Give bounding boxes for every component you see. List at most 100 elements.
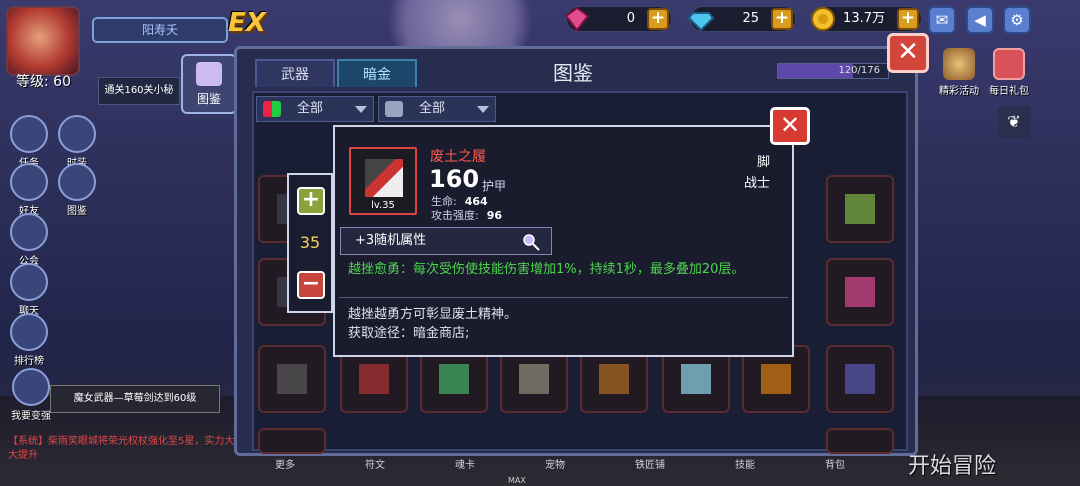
boot-icon [761, 364, 791, 394]
nav-backpack[interactable]: 背包 [825, 456, 845, 476]
item-power-unit: 护甲 [482, 179, 507, 193]
ranking-label: 排行榜 [14, 356, 44, 367]
nav-skills[interactable]: 技能 [735, 456, 755, 476]
daily-gift-button[interactable]: 每日礼包 [986, 48, 1032, 97]
side-chat[interactable]: 聊天 [10, 263, 48, 317]
side-friends[interactable]: 好友 [10, 163, 48, 217]
gift-icon [993, 48, 1025, 80]
plus-button[interactable]: + [297, 187, 325, 215]
detail-close-button[interactable]: ✕ [770, 107, 810, 145]
side-ranking[interactable]: 排行榜 [10, 313, 48, 367]
codex-button[interactable]: 图鉴 [181, 54, 237, 114]
ex-badge[interactable]: EX [228, 8, 282, 44]
item-slot[interactable] [826, 175, 894, 243]
stepper-value: 35 [299, 233, 321, 252]
chevron-down-icon [355, 106, 367, 113]
costume-icon [58, 115, 96, 153]
diamond-value: 25 [742, 11, 759, 26]
player-avatar[interactable] [6, 6, 80, 76]
event-icon [943, 48, 975, 80]
stat-attack-label: 攻击强度: [431, 209, 479, 222]
boot-icon [519, 364, 549, 394]
speaker-icon[interactable]: ◀ [966, 6, 994, 34]
tab-weapons[interactable]: 武器 [255, 59, 335, 87]
system-chat[interactable]: 【系统】柴雨笑眼城将荣光权杖强化至5星，实力大大提升 [8, 435, 236, 463]
category-filter-label: 全部 [297, 101, 324, 116]
coin-value: 13.7万 [843, 11, 885, 26]
guild-icon [10, 213, 48, 251]
side-codex[interactable]: 图鉴 [58, 163, 96, 217]
panel-close-button[interactable]: ✕ [887, 33, 929, 73]
quantity-stepper: + 35 − [287, 173, 333, 313]
boot-icon [681, 364, 711, 394]
item-detail-popup: lv.35 废土之履 160 护甲 生命: 464 攻击强度: 96 脚 战士 +3… [333, 125, 794, 357]
boot-icon [599, 364, 629, 394]
item-slot[interactable] [826, 345, 894, 413]
chevron-down-icon [477, 106, 489, 113]
events-button[interactable]: 精彩活动 [938, 48, 980, 97]
item-flavor: 越挫越勇方可彰显废土精神。 [348, 307, 518, 322]
nav-blacksmith[interactable]: 铁匠铺 [635, 456, 665, 476]
class-filter[interactable]: 全部 [378, 96, 496, 122]
item-level: lv.35 [371, 200, 395, 211]
codex-icon [58, 163, 96, 201]
bottom-nav: 更多 符文 魂卡 宠物 铁匠铺 技能 背包 [240, 456, 880, 476]
random-attribute[interactable]: +3随机属性 [340, 227, 552, 255]
boot-icon [359, 364, 389, 394]
item-source: 获取途径：暗金商店; [348, 326, 470, 341]
panel-title: 图鉴 [553, 61, 593, 85]
chat-icon [10, 263, 48, 301]
stat-attack: 攻击强度: 96 [431, 207, 502, 223]
diamond-counter: 25 + [687, 6, 796, 32]
item-slot[interactable] [826, 428, 894, 454]
coin-counter: 13.7万 + [811, 6, 922, 32]
mascot-icon[interactable]: ❦ [998, 106, 1030, 138]
boot-icon [845, 364, 875, 394]
class-icon [385, 101, 403, 117]
codex-label: 图鉴 [67, 206, 87, 217]
stat-attack-value: 96 [486, 209, 503, 222]
category-filter[interactable]: 全部 [256, 96, 374, 122]
side-guild[interactable]: 公会 [10, 213, 48, 267]
strengthen-icon [12, 368, 50, 406]
friends-icon [10, 163, 48, 201]
coin-icon [811, 7, 835, 31]
diamond-icon [687, 12, 715, 32]
side-costume[interactable]: 时装 [58, 115, 96, 169]
gem-icon [564, 6, 590, 32]
player-name: 阳寿夭 [92, 17, 228, 43]
tab-dark-gold[interactable]: 暗金 [337, 59, 417, 87]
mail-icon[interactable]: ✉ [928, 6, 956, 34]
item-slot[interactable] [258, 345, 326, 413]
boot-icon [845, 194, 875, 224]
gem-counter: 0 + [564, 6, 672, 32]
nav-soul-cards[interactable]: 魂卡 [455, 456, 475, 476]
boot-icon [277, 364, 307, 394]
item-slot[interactable] [826, 258, 894, 326]
item-skill: 越挫愈勇：每次受伤使技能伤害增加1%，持续1秒，最多叠加20层。 [348, 262, 745, 277]
gear-icon[interactable]: ⚙ [1003, 6, 1031, 34]
start-adventure-button[interactable]: 开始冒险 [908, 448, 996, 480]
item-icon-box: lv.35 [349, 147, 417, 215]
nav-more[interactable]: 更多 [275, 456, 295, 476]
diamond-add-button[interactable]: + [771, 8, 793, 30]
quest-icon [10, 115, 48, 153]
item-name: 废土之履 [430, 149, 486, 165]
minus-button[interactable]: − [297, 271, 325, 299]
codex-button-label: 图鉴 [196, 92, 221, 106]
quest-tracker[interactable]: 通关160关小秘 [98, 77, 180, 105]
events-label: 精彩活动 [939, 86, 979, 97]
side-strengthen[interactable]: 我要变强 [8, 368, 54, 422]
item-class: 战士 [743, 176, 770, 191]
strengthen-label: 我要变强 [11, 411, 51, 422]
gem-add-button[interactable]: + [647, 8, 669, 30]
progress-text: 120/176 [838, 65, 880, 76]
side-quest[interactable]: 任务 [10, 115, 48, 169]
grid-icon [263, 101, 281, 117]
item-slot-type: 脚 [756, 155, 770, 170]
coin-add-button[interactable]: + [897, 8, 919, 30]
item-slot[interactable] [258, 428, 326, 454]
nav-pets[interactable]: 宠物 [545, 456, 565, 476]
max-label: MAX [508, 476, 526, 485]
nav-runes[interactable]: 符文 [365, 456, 385, 476]
